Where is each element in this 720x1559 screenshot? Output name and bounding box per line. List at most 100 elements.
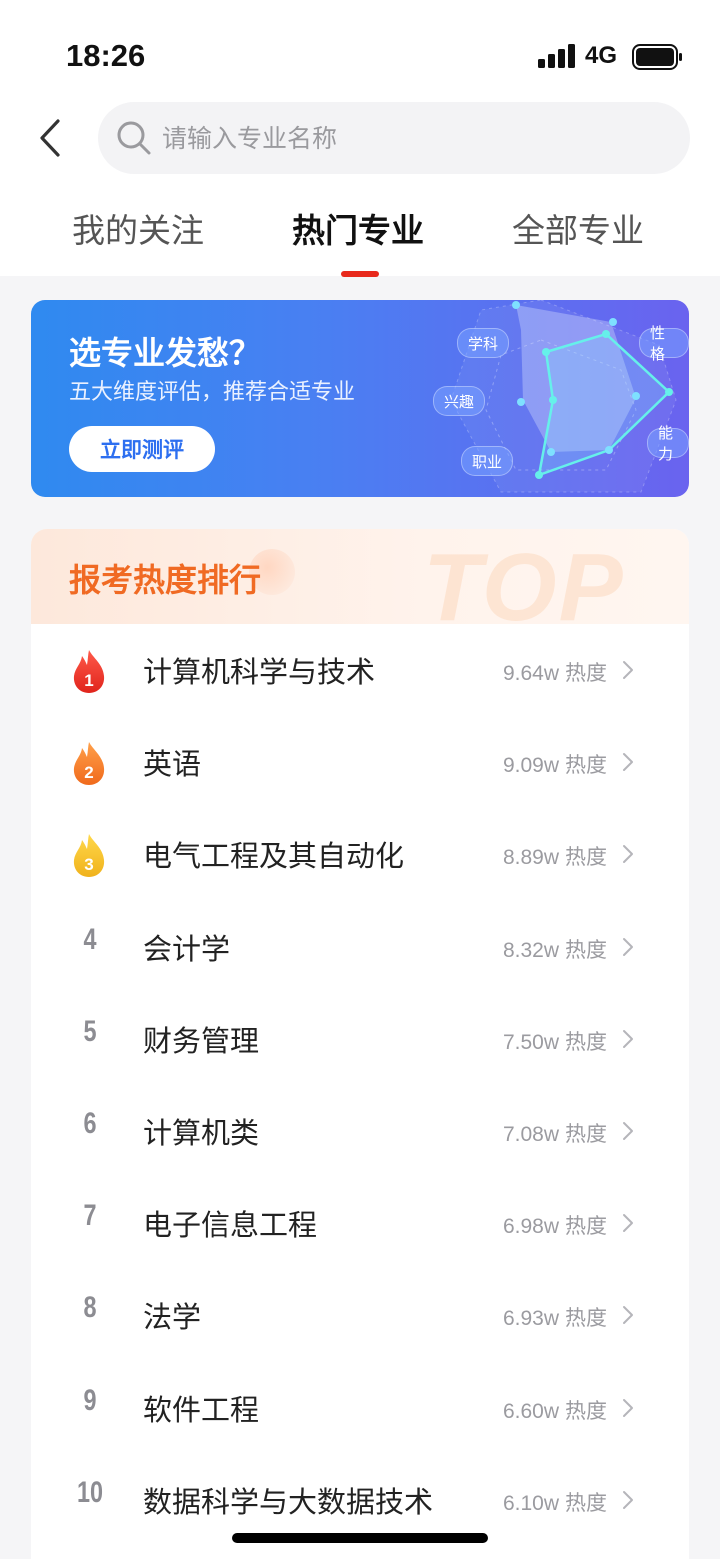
radar-chart-illustration: 学科 性格 兴趣 能力 职业 xyxy=(391,300,689,497)
tab-indicator xyxy=(341,271,379,277)
chevron-right-icon xyxy=(623,937,633,956)
heat-value: 6.10w xyxy=(502,1491,559,1515)
chevron-right-icon xyxy=(623,1214,633,1233)
search-box[interactable] xyxy=(98,102,690,174)
battery-icon xyxy=(632,44,682,70)
ranking-row[interactable]: 7 电子信息工程 6.98w 热度 xyxy=(31,1177,689,1269)
chevron-right-icon xyxy=(623,1029,633,1048)
search-input[interactable] xyxy=(162,102,662,174)
assess-now-button[interactable]: 立即测评 xyxy=(69,426,215,472)
chevron-left-icon xyxy=(40,119,60,157)
major-name: 软件工程 xyxy=(143,1392,260,1427)
tab-all-majors[interactable]: 全部专业 xyxy=(512,204,644,252)
heat-value: 7.50w xyxy=(502,1030,559,1054)
heat-value-group: 7.08w 热度 xyxy=(503,1118,607,1148)
chevron-right-icon xyxy=(623,1490,633,1509)
heat-value: 6.93w xyxy=(502,1307,559,1331)
heat-value: 7.08w xyxy=(502,1122,559,1146)
heat-label: 热度 xyxy=(565,1214,607,1239)
heat-value-group: 6.10w 热度 xyxy=(503,1487,607,1517)
heat-value: 9.64w xyxy=(502,662,559,685)
heat-value: 6.60w xyxy=(502,1399,559,1423)
rank-number: 2 xyxy=(84,763,93,782)
chevron-right-icon xyxy=(623,661,633,679)
ranking-header: TOP 报考热度排行 xyxy=(31,529,689,641)
banner-title: 选专业发愁？ xyxy=(69,334,262,372)
ranking-row[interactable]: 6 计算机类 7.08w 热度 xyxy=(31,1085,689,1177)
major-name: 电子信息工程 xyxy=(143,1208,318,1243)
radar-tag-subject: 学科 xyxy=(457,328,510,358)
heat-label: 热度 xyxy=(565,1306,607,1331)
signal-icon xyxy=(538,44,575,68)
heat-label: 热度 xyxy=(565,753,607,778)
rank-number: 9 xyxy=(83,1383,97,1417)
major-name: 法学 xyxy=(143,1300,202,1335)
ranking-row[interactable]: 4 会计学 8.32w 热度 xyxy=(31,901,689,993)
rank-number: 8 xyxy=(83,1291,97,1325)
major-name: 计算机科学与技术 xyxy=(143,655,376,689)
banner-subtitle: 五大维度评估，推荐合适专业 xyxy=(69,380,356,405)
radar-tag-interest: 兴趣 xyxy=(433,386,486,416)
heat-value-group: 9.09w 热度 xyxy=(503,749,607,779)
rank-number: 5 xyxy=(83,1014,97,1048)
major-name: 财务管理 xyxy=(143,1023,260,1058)
chevron-right-icon xyxy=(623,1398,633,1417)
chevron-right-icon xyxy=(623,1121,633,1140)
radar-tag-ability: 能力 xyxy=(647,424,689,463)
status-bar: 18:26 4G xyxy=(0,0,720,100)
network-label: 4G xyxy=(585,42,618,69)
header: 我的关注 热门专业 全部专业 xyxy=(0,100,720,277)
heat-label: 热度 xyxy=(565,845,607,870)
tab-bar: 我的关注 热门专业 全部专业 xyxy=(0,204,720,277)
heat-value-group: 6.60w 热度 xyxy=(503,1395,607,1425)
heat-label: 热度 xyxy=(565,1398,607,1423)
rank-number: 4 xyxy=(83,922,97,956)
status-time: 18:26 xyxy=(66,38,146,73)
heat-label: 热度 xyxy=(565,661,607,685)
heat-value-group: 9.64w 热度 xyxy=(503,657,607,687)
hot-ranking-card: TOP 报考热度排行 1 计算机科学与技术 9.64w 热度 2 英语 9.09w 热度 3 电气… xyxy=(31,529,689,1559)
radar-tag-career: 职业 xyxy=(461,446,514,476)
back-button[interactable] xyxy=(30,116,70,160)
heat-value: 8.89w xyxy=(502,846,559,870)
ranking-row[interactable]: 5 财务管理 7.50w 热度 xyxy=(31,993,689,1085)
heat-value-group: 6.98w 热度 xyxy=(503,1210,607,1240)
ranking-list: 1 计算机科学与技术 9.64w 热度 2 英语 9.09w 热度 3 电气工程及其自动化 8.89… xyxy=(31,624,689,1546)
heat-value-group: 7.50w 热度 xyxy=(503,1026,607,1056)
tab-following[interactable]: 我的关注 xyxy=(72,204,204,252)
chevron-right-icon xyxy=(623,753,633,772)
heat-label: 热度 xyxy=(565,1029,607,1054)
rank-number: 3 xyxy=(84,855,93,874)
ranking-row[interactable]: 3 电气工程及其自动化 8.89w 热度 xyxy=(31,808,689,900)
heat-value: 6.98w xyxy=(502,1215,559,1239)
flame-rank-icon: 2 xyxy=(73,742,105,786)
ranking-title: 报考热度排行 xyxy=(69,561,262,599)
radar-tag-personality: 性格 xyxy=(639,324,689,363)
ranking-row[interactable]: 9 软件工程 6.60w 热度 xyxy=(31,1362,689,1454)
heat-label: 热度 xyxy=(565,1121,607,1146)
rank-number: 10 xyxy=(76,1475,104,1509)
rank-number: 7 xyxy=(83,1199,97,1233)
ranking-row[interactable]: 1 计算机科学与技术 9.64w 热度 xyxy=(31,624,689,716)
rank-number: 1 xyxy=(84,671,93,690)
major-name: 计算机类 xyxy=(143,1115,260,1150)
assessment-banner[interactable]: 选专业发愁？ 五大维度评估，推荐合适专业 立即测评 学科 性格 兴趣 能力 职业 xyxy=(31,300,689,497)
heat-value-group: 8.89w 热度 xyxy=(503,841,607,871)
heat-value-group: 8.32w 热度 xyxy=(503,934,607,964)
heat-value-group: 6.93w 热度 xyxy=(503,1302,607,1332)
major-name: 电气工程及其自动化 xyxy=(143,839,405,874)
search-icon xyxy=(117,121,151,155)
ranking-row[interactable]: 8 法学 6.93w 热度 xyxy=(31,1269,689,1361)
heat-label: 热度 xyxy=(565,937,607,962)
heat-value: 9.09w xyxy=(502,754,559,778)
chevron-right-icon xyxy=(623,845,633,864)
flame-rank-icon: 3 xyxy=(73,834,105,878)
ranking-row[interactable]: 2 英语 9.09w 热度 xyxy=(31,716,689,808)
major-name: 英语 xyxy=(143,747,202,782)
tab-hot-majors[interactable]: 热门专业 xyxy=(292,204,424,252)
major-name: 数据科学与大数据技术 xyxy=(143,1484,434,1519)
heat-value: 8.32w xyxy=(502,938,559,962)
rank-number: 6 xyxy=(83,1106,97,1140)
home-indicator xyxy=(232,1533,488,1543)
chevron-right-icon xyxy=(623,1306,633,1325)
